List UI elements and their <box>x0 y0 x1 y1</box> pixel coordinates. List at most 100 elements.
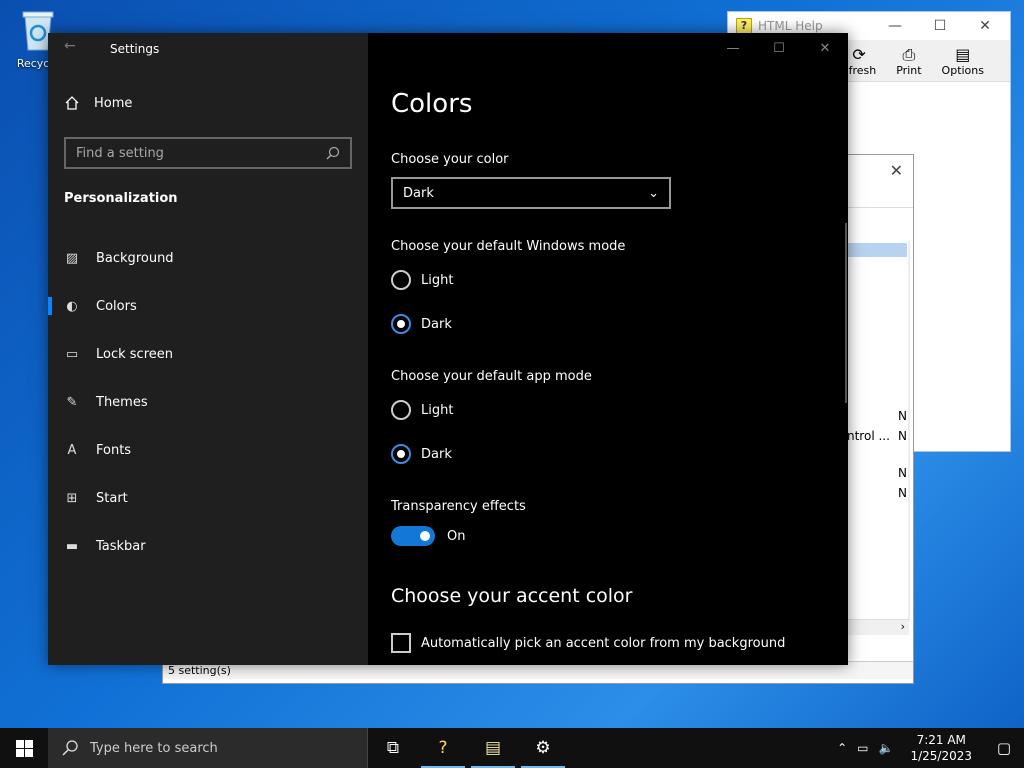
system-tray: ⌃ ▭ 🔈 7:21 AM 1/25/2023 ▢ <box>832 728 1024 768</box>
lock-screen-icon: ▭ <box>65 346 79 362</box>
radio-label: Dark <box>421 446 452 462</box>
cell: ntrol ... <box>847 429 890 443</box>
app-mode-light-radio[interactable]: Light <box>391 400 453 420</box>
radio-icon <box>391 444 411 464</box>
radio-icon <box>391 314 411 334</box>
gear-icon: ⚙ <box>535 738 551 758</box>
task-view-button[interactable]: ⧉ <box>368 728 418 768</box>
close-icon[interactable]: ✕ <box>970 18 1000 34</box>
radio-icon <box>391 270 411 290</box>
nav-label: Lock screen <box>96 346 173 362</box>
nav-item-taskbar[interactable]: ▬ Taskbar <box>48 526 368 566</box>
taskbar: Type here to search ⧉ ? ▤ ⚙ ⌃ ▭ 🔈 7:21 A… <box>0 728 1024 768</box>
notepad-taskbar-button[interactable]: ▤ <box>468 728 518 768</box>
back-arrow-icon[interactable]: ← <box>64 38 76 54</box>
printer-icon: ⎙ <box>902 45 916 64</box>
search-icon <box>326 146 340 160</box>
palette-icon: ◐ <box>66 298 78 314</box>
find-setting-search[interactable] <box>64 137 352 169</box>
home-icon <box>65 96 79 110</box>
transparency-toggle[interactable]: On <box>391 526 465 546</box>
checkbox-label: Automatically pick an accent color from … <box>421 635 786 651</box>
chevron-up-icon[interactable]: ⌃ <box>832 741 852 755</box>
status-text: 5 setting(s) <box>168 664 231 677</box>
selected-row[interactable] <box>847 243 907 257</box>
choose-color-label: Choose your color <box>391 152 509 167</box>
nav-item-themes[interactable]: ✎ Themes <box>48 382 368 422</box>
html-help-title: HTML Help <box>758 19 823 33</box>
close-icon[interactable]: ✕ <box>890 161 903 180</box>
start-button[interactable] <box>0 728 48 768</box>
nav-item-background[interactable]: ▨ Background <box>48 238 368 278</box>
checkbox-icon <box>391 633 411 653</box>
nav-item-colors[interactable]: ◐ Colors <box>48 286 368 326</box>
search-icon <box>62 740 78 756</box>
network-icon[interactable]: ▭ <box>852 741 873 755</box>
transparency-label: Transparency effects <box>391 499 526 514</box>
taskbar-search-box[interactable]: Type here to search <box>48 728 368 768</box>
nav-label: Start <box>96 490 128 506</box>
nav-item-start[interactable]: ⊞ Start <box>48 478 368 518</box>
minimize-icon[interactable]: — <box>710 41 756 56</box>
notepad-icon: ▤ <box>484 738 502 758</box>
windows-mode-light-radio[interactable]: Light <box>391 270 453 290</box>
vertical-scrollbar[interactable] <box>908 241 910 621</box>
radio-label: Dark <box>421 316 452 332</box>
taskbar-icon: ▬ <box>65 538 79 554</box>
nav-label: Background <box>96 250 174 266</box>
help-icon: ? <box>736 18 752 34</box>
settings-window[interactable]: ← Settings Home Personalization ▨ Backgr… <box>48 33 848 665</box>
fonts-icon: A <box>67 442 77 458</box>
help-icon: ? <box>438 738 448 758</box>
html-help-taskbar-button[interactable]: ? <box>418 728 468 768</box>
start-icon: ⊞ <box>66 490 78 506</box>
auto-accent-checkbox[interactable]: Automatically pick an accent color from … <box>391 633 785 653</box>
picture-icon: ▨ <box>65 250 79 266</box>
nav-item-lock-screen[interactable]: ▭ Lock screen <box>48 334 368 374</box>
cell: N <box>898 429 907 443</box>
settings-content: — ☐ ✕ Colors Choose your color Dark ⌄ Ch… <box>368 33 848 665</box>
nav-label: Colors <box>96 298 137 314</box>
radio-icon <box>391 400 411 420</box>
section-heading: Personalization <box>64 191 178 206</box>
clock[interactable]: 7:21 AM 1/25/2023 <box>898 732 984 764</box>
page-title: Colors <box>391 89 473 119</box>
options-button[interactable]: ▤ Options <box>942 45 984 78</box>
volume-muted-icon[interactable]: 🔈 <box>874 741 899 755</box>
notification-icon[interactable]: ▢ <box>984 739 1024 757</box>
app-mode-dark-radio[interactable]: Dark <box>391 444 452 464</box>
windows-mode-label: Choose your default Windows mode <box>391 239 626 254</box>
taskbar-search-placeholder: Type here to search <box>90 740 218 756</box>
maximize-icon[interactable]: ☐ <box>756 41 802 56</box>
cell: N <box>898 486 907 500</box>
chevron-right-icon[interactable]: › <box>901 620 905 633</box>
windows-logo-icon <box>15 739 33 757</box>
radio-label: Light <box>421 402 454 418</box>
clock-date: 1/25/2023 <box>910 749 972 763</box>
task-view-icon: ⧉ <box>386 738 400 758</box>
home-label: Home <box>94 95 133 111</box>
print-button[interactable]: ⎙ Print <box>896 45 921 78</box>
options-icon: ▤ <box>955 45 971 64</box>
toggle-switch[interactable] <box>391 526 435 546</box>
nav-label: Fonts <box>96 442 132 458</box>
nav-item-fonts[interactable]: A Fonts <box>48 430 368 470</box>
settings-nav-pane: ← Settings Home Personalization ▨ Backgr… <box>48 33 368 665</box>
themes-icon: ✎ <box>66 394 78 410</box>
windows-mode-dark-radio[interactable]: Dark <box>391 314 452 334</box>
choose-color-dropdown[interactable]: Dark ⌄ <box>391 177 671 209</box>
toggle-state: On <box>447 528 466 544</box>
settings-taskbar-button[interactable]: ⚙ <box>518 728 568 768</box>
cell: N <box>898 409 907 423</box>
vertical-scrollbar[interactable] <box>845 223 847 403</box>
clock-time: 7:21 AM <box>916 733 966 747</box>
radio-label: Light <box>421 272 454 288</box>
cell: N <box>898 466 907 480</box>
app-mode-label: Choose your default app mode <box>391 369 592 384</box>
home-nav-item[interactable]: Home <box>64 95 132 111</box>
maximize-icon[interactable]: ☐ <box>925 18 955 34</box>
search-input[interactable] <box>76 145 316 161</box>
close-icon[interactable]: ✕ <box>802 41 848 56</box>
minimize-icon[interactable]: — <box>880 18 910 34</box>
dropdown-value: Dark <box>403 185 434 201</box>
